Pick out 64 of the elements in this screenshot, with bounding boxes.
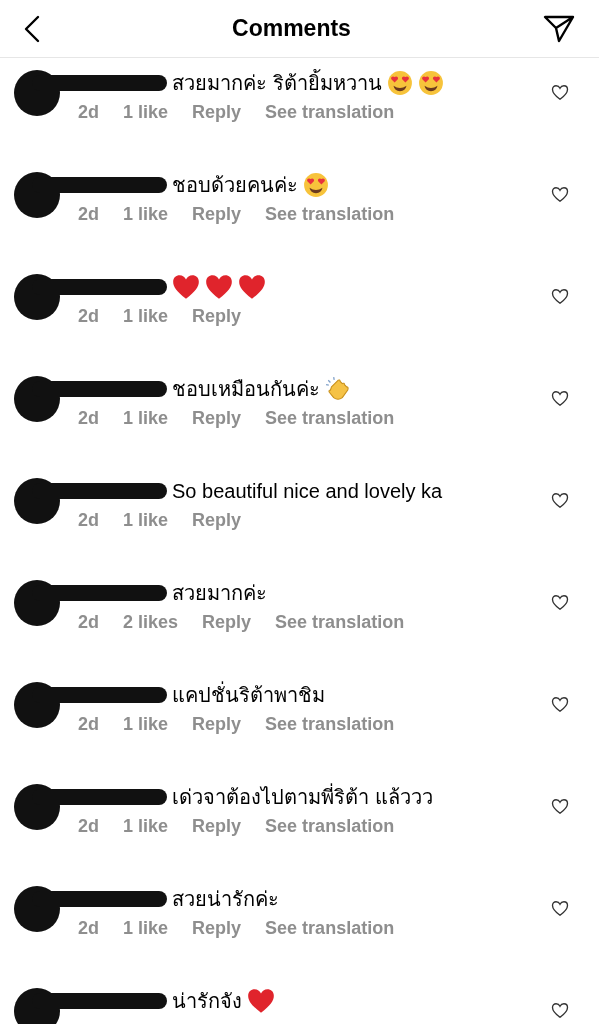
- heart-eyes-face-icon: [303, 172, 329, 198]
- likes-count[interactable]: 1 like: [123, 714, 169, 735]
- comment-text: เด่วจาต้องไปตามพี่ริต้า แล้ววว: [172, 781, 433, 813]
- comment-time: 2d: [78, 102, 99, 123]
- like-heart-icon[interactable]: [551, 492, 569, 509]
- comment-time: 2d: [78, 612, 99, 633]
- comment-text: น่ารักจัง: [172, 989, 242, 1014]
- reply-button[interactable]: Reply: [192, 408, 242, 429]
- comment-time: 2d: [78, 816, 99, 837]
- see-translation-link[interactable]: See translation: [265, 816, 395, 837]
- comment-time: 2d: [78, 714, 99, 735]
- comment-text: ชอบด้วยคนค่ะ: [172, 173, 298, 198]
- see-translation-link[interactable]: See translation: [275, 612, 405, 633]
- like-heart-icon[interactable]: [551, 900, 569, 917]
- like-heart-icon[interactable]: [551, 594, 569, 611]
- reply-button[interactable]: Reply: [192, 204, 242, 225]
- reply-button[interactable]: Reply: [192, 306, 242, 327]
- comment-text: So beautiful nice and lovely ka: [172, 479, 443, 503]
- like-heart-icon[interactable]: [551, 84, 569, 101]
- reply-button[interactable]: Reply: [192, 816, 242, 837]
- likes-count[interactable]: 1 like: [123, 102, 169, 123]
- reply-button[interactable]: Reply: [192, 510, 242, 531]
- like-heart-icon[interactable]: [551, 696, 569, 713]
- comment-time: 2d: [78, 510, 99, 531]
- reply-button[interactable]: Reply: [202, 612, 252, 633]
- see-translation-link[interactable]: See translation: [265, 714, 395, 735]
- comment-text: ชอบเหมือนกันค่ะ: [172, 377, 320, 402]
- likes-count[interactable]: 1 like: [123, 306, 169, 327]
- screen-title: Comments: [232, 15, 351, 42]
- send-icon[interactable]: [543, 14, 575, 43]
- heart-eyes-face-icon: [417, 70, 444, 96]
- see-translation-link[interactable]: See translation: [265, 204, 395, 225]
- comment-time: 2d: [78, 204, 99, 225]
- comment-text: สวยมากค่ะ: [172, 581, 267, 606]
- reply-button[interactable]: Reply: [192, 714, 242, 735]
- comment-text: แคปชั่นริต้าพาชิม: [172, 679, 325, 711]
- reply-button[interactable]: Reply: [192, 102, 242, 123]
- heart-eyes-face-icon: [386, 70, 413, 96]
- heart-icon: [238, 274, 266, 300]
- comment-time: 2d: [78, 918, 99, 939]
- comment-time: 2d: [78, 408, 99, 429]
- comment-time: 2d: [78, 306, 99, 327]
- comment-text: สวยน่ารักค่ะ: [172, 887, 279, 912]
- heart-icon: [247, 988, 275, 1014]
- see-translation-link[interactable]: See translation: [265, 408, 395, 429]
- reply-button[interactable]: Reply: [192, 918, 242, 939]
- likes-count[interactable]: 1 like: [123, 408, 169, 429]
- likes-count[interactable]: 2 likes: [123, 612, 179, 633]
- like-heart-icon[interactable]: [551, 390, 569, 407]
- likes-count[interactable]: 1 like: [123, 510, 169, 531]
- see-translation-link[interactable]: See translation: [265, 102, 395, 123]
- likes-count[interactable]: 1 like: [123, 918, 169, 939]
- back-icon[interactable]: [24, 14, 40, 43]
- comment-text: สวยมากค่ะ ริต้ายิ้มหวาน: [172, 67, 382, 99]
- likes-count[interactable]: 1 like: [123, 816, 169, 837]
- like-heart-icon[interactable]: [551, 798, 569, 815]
- see-translation-link[interactable]: See translation: [265, 918, 395, 939]
- likes-count[interactable]: 1 like: [123, 204, 169, 225]
- heart-icon: [205, 274, 233, 300]
- heart-icon: [172, 274, 200, 300]
- like-heart-icon[interactable]: [551, 1002, 569, 1019]
- clapping-hands-icon: [325, 376, 351, 402]
- like-heart-icon[interactable]: [551, 186, 569, 203]
- like-heart-icon[interactable]: [551, 288, 569, 305]
